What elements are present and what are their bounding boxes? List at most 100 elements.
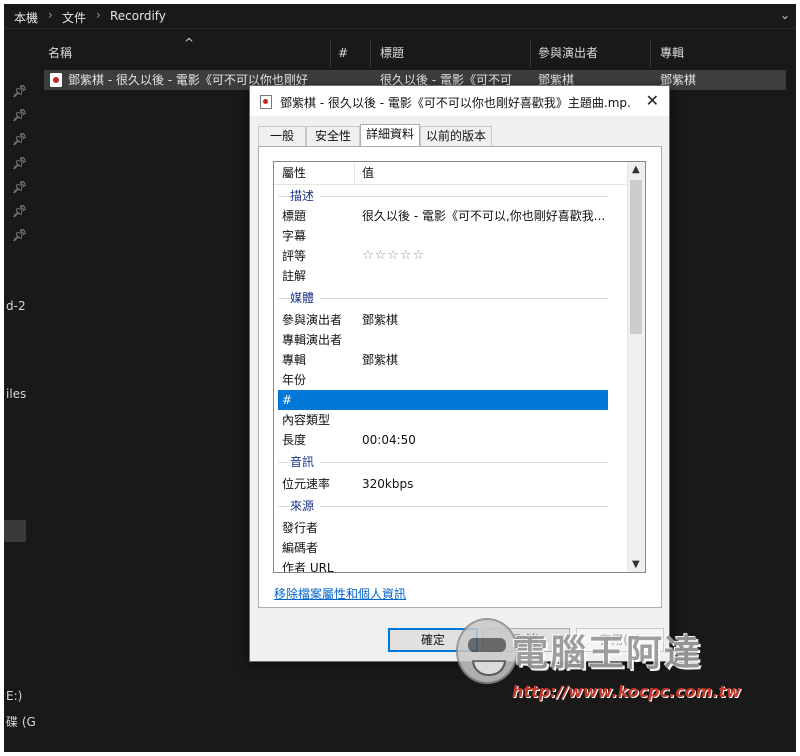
column-divider[interactable] [650,40,651,66]
column-header-title[interactable]: 標題 [380,40,404,66]
property-row-genre[interactable]: 內容類型 [278,410,608,430]
dialog-title-bar[interactable]: 鄧紫棋 - 很久以後 - 電影《可不可以你也剛好喜歡我》主題曲.mp... ✕ [250,86,669,116]
property-row-year[interactable]: 年份 [278,370,608,390]
property-key: 字幕 [282,229,307,243]
group-divider [278,196,608,197]
group-label: 媒體 [290,290,321,306]
property-row-comments[interactable]: 註解 [278,266,608,286]
property-key: 年份 [282,373,307,387]
breadcrumb-documents[interactable]: 文件 [62,9,86,26]
group-divider [278,298,608,299]
property-value[interactable]: 鄧紫棋 [362,310,612,330]
column-header-name[interactable]: 名稱 [48,40,72,66]
pin-icon[interactable]: 📌︎ [12,204,27,218]
tab-security[interactable]: 安全性 [306,126,360,146]
property-row-length[interactable]: 長度 00:04:50 [278,430,608,450]
group-origin: 來源 [278,498,608,514]
property-row-bitrate[interactable]: 位元速率 320kbps [278,474,608,494]
property-row-subtitle[interactable]: 字幕 [278,226,608,246]
column-divider[interactable] [370,40,371,66]
property-row-encoded-by[interactable]: 編碼者 [278,538,608,558]
properties-dialog: 鄧紫棋 - 很久以後 - 電影《可不可以你也剛好喜歡我》主題曲.mp... ✕ … [249,85,670,662]
audio-file-icon [50,73,62,87]
nav-item-fragment[interactable]: E:) [6,689,22,703]
tab-previous-versions[interactable]: 以前的版本 [420,126,492,146]
group-label: 音訊 [290,454,321,470]
property-value: 320kbps [362,477,414,491]
property-key: 標題 [282,209,307,223]
property-row-album[interactable]: 專輯 鄧紫棋 [278,350,608,370]
file-album: 鄧紫棋 [660,73,697,87]
breadcrumb-separator: › [48,8,53,22]
column-header-artists[interactable]: 參與演出者 [538,40,598,66]
property-row-publisher[interactable]: 發行者 [278,518,608,538]
pin-icon[interactable]: 📌︎ [12,132,27,146]
property-key: 專輯演出者 [282,333,343,347]
property-key: # [282,393,293,407]
property-row-title[interactable]: 標題 很久以後 - 電影《可不可以,你也剛好喜歡我... [278,206,608,226]
tab-details[interactable]: 詳細資料 [360,124,420,147]
close-button[interactable]: ✕ [646,91,659,110]
scrollbar-thumb[interactable] [630,180,642,334]
column-divider[interactable] [330,40,331,66]
audio-file-icon [260,95,272,109]
property-row-album-artist[interactable]: 專輯演出者 [278,330,608,350]
property-value[interactable]: 鄧紫棋 [362,350,612,370]
property-key: 發行者 [282,521,319,535]
column-divider[interactable] [354,162,355,184]
dialog-title: 鄧紫棋 - 很久以後 - 電影《可不可以你也剛好喜歡我》主題曲.mp... [280,96,632,110]
property-list[interactable]: 屬性 值 描述 標題 很久以後 - 電影《可不可以,你也剛好喜歡我... 字幕 … [273,161,646,573]
column-header-number[interactable]: # [338,40,348,66]
property-key: 註解 [282,269,307,283]
header-property[interactable]: 屬性 [282,162,306,184]
column-divider[interactable] [530,40,531,66]
property-key: 位元速率 [282,477,331,491]
property-value[interactable]: 很久以後 - 電影《可不可以,你也剛好喜歡我... [362,206,612,226]
property-key: 作者 URL [282,561,334,573]
address-bar[interactable]: 本機 › 文件 › Recordify ⌄ [4,4,796,29]
nav-item-fragment[interactable]: d-2 [6,299,26,313]
watermark-title: 電腦王阿達 [512,633,703,674]
chevron-down-icon[interactable]: ⌄ [780,8,790,22]
breadcrumb-this-pc[interactable]: 本機 [14,9,38,26]
property-key: 參與演出者 [282,313,343,327]
group-divider [278,506,608,507]
pin-icon[interactable]: 📌︎ [12,84,27,98]
group-divider [278,462,608,463]
property-row-author-url[interactable]: 作者 URL [278,558,608,573]
column-header-album[interactable]: 專輯 [660,40,684,66]
scroll-up-icon[interactable]: ▲ [632,164,640,175]
group-label: 來源 [290,498,321,514]
scroll-down-icon[interactable]: ▼ [632,559,640,570]
nav-selected-item[interactable] [4,520,26,542]
pin-icon[interactable]: 📌︎ [12,108,27,122]
pin-icon[interactable]: 📌︎ [12,180,27,194]
breadcrumb-separator: › [96,8,101,22]
tab-general[interactable]: 一般 [258,126,306,146]
property-key: 專輯 [282,353,307,367]
pin-icon[interactable]: 📌︎ [12,228,27,242]
property-key: 編碼者 [282,541,319,555]
group-label: 描述 [290,188,321,204]
group-media: 媒體 [278,290,608,306]
group-description: 描述 [278,188,608,204]
property-key: 評等 [282,249,307,263]
property-row-contributing-artists[interactable]: 參與演出者 鄧紫棋 [278,310,608,330]
rating-stars[interactable]: ☆☆☆☆☆ [362,246,425,266]
vertical-scrollbar[interactable]: ▲ ▼ [627,162,645,572]
nav-item-fragment[interactable]: iles [6,387,26,401]
property-list-header: 屬性 值 [274,162,626,185]
breadcrumb-recordify[interactable]: Recordify [110,9,166,23]
details-panel: 屬性 值 描述 標題 很久以後 - 電影《可不可以,你也剛好喜歡我... 字幕 … [258,146,662,608]
property-key: 內容類型 [282,413,331,427]
header-value[interactable]: 值 [362,162,374,184]
remove-properties-link[interactable]: 移除檔案屬性和個人資訊 [274,585,406,602]
property-row-rating[interactable]: 評等 ☆☆☆☆☆ [278,246,608,266]
property-value: 00:04:50 [362,433,416,447]
pin-icon[interactable]: 📌︎ [12,156,27,170]
property-row-track-number[interactable]: # [278,390,608,410]
watermark-url: http://www.kocpc.com.tw [512,682,741,701]
sort-ascending-icon: ^ [184,36,195,50]
nav-item-fragment[interactable]: 碟 (G [6,713,36,730]
watermark-mascot-icon [456,618,518,684]
